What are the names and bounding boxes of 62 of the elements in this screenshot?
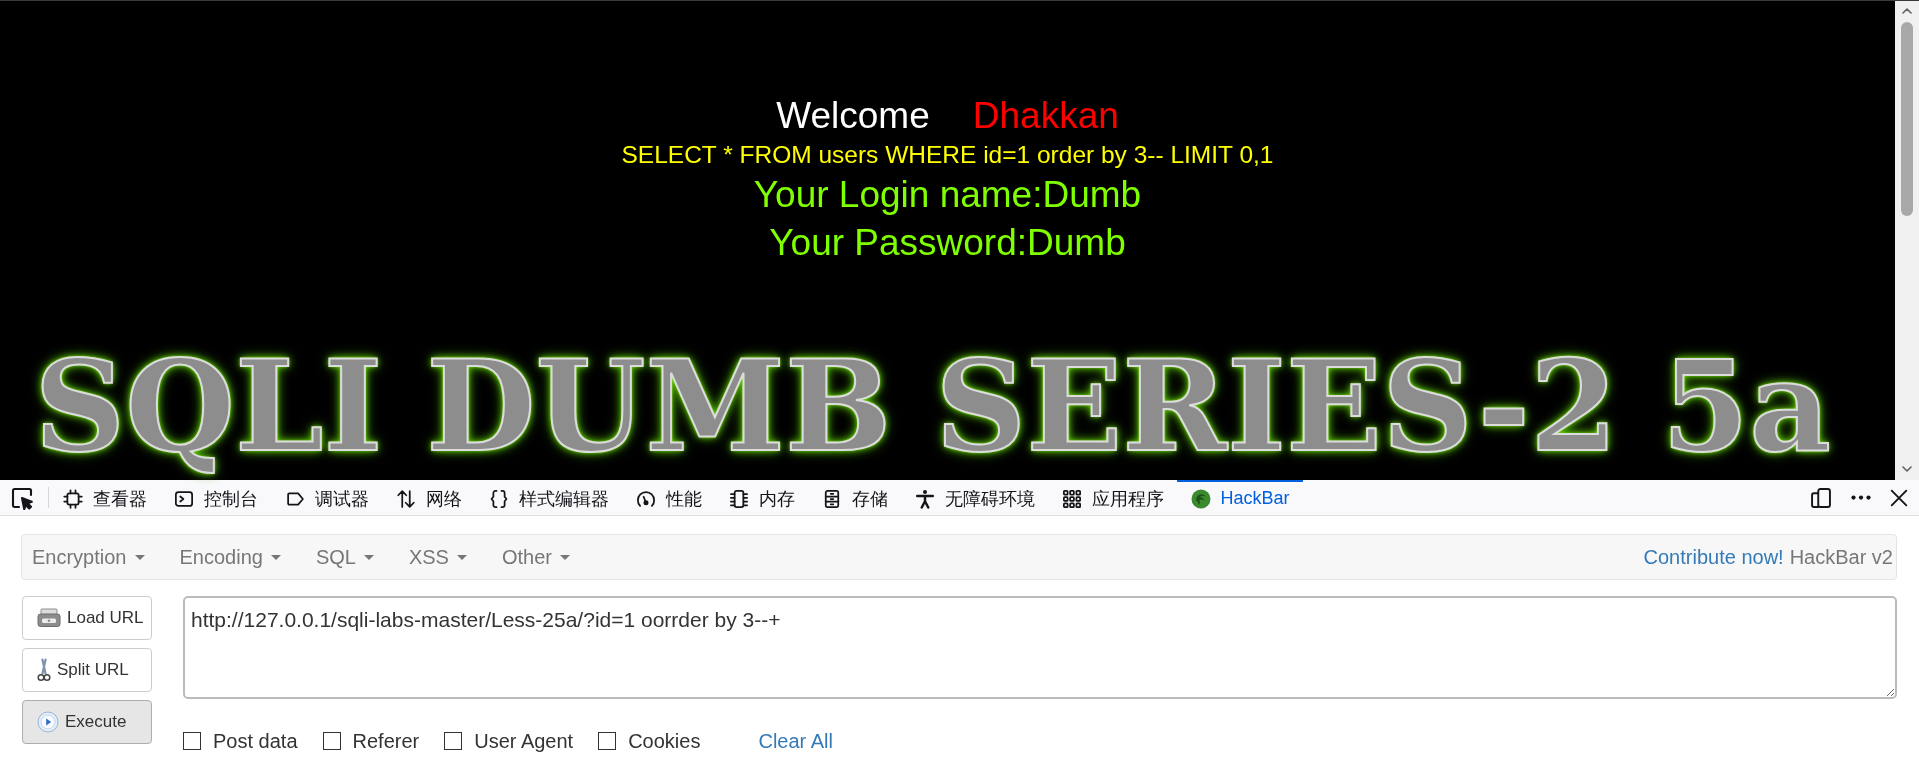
caret-down-icon bbox=[456, 554, 467, 560]
devtools-tab[interactable]: 调试器 bbox=[271, 480, 382, 515]
dropdown-menu[interactable]: Encryption bbox=[22, 535, 155, 579]
url-field[interactable]: http://127.0.0.1/sqli-labs-master/Less-25a/?id=1 oorrder by 3--+ bbox=[183, 596, 1897, 699]
drive-icon bbox=[37, 608, 61, 628]
checkbox-label: Referer bbox=[352, 729, 420, 753]
devtools-tab[interactable]: 性能 bbox=[622, 480, 715, 515]
devtools-tab[interactable]: HackBar bbox=[1177, 480, 1304, 515]
clear-all-link[interactable]: Clear All bbox=[758, 729, 833, 753]
sql-query-text: SELECT * FROM users WHERE id=1 order by 3-- LIMIT 0,1 bbox=[621, 140, 1274, 170]
caret-down-icon bbox=[270, 554, 281, 560]
dropdown-menu[interactable]: Encoding bbox=[169, 535, 291, 579]
password-text: Your Password:Dumb bbox=[769, 221, 1126, 265]
banner-title: SQLI DUMB SERIES-2 5a bbox=[34, 332, 1831, 480]
checkbox[interactable] bbox=[183, 732, 201, 750]
devices-icon[interactable] bbox=[1810, 486, 1832, 509]
scrollbar-thumb[interactable] bbox=[1901, 22, 1913, 216]
devtools-tab[interactable]: 应用程序 bbox=[1048, 480, 1177, 515]
up-down-arrows-icon bbox=[395, 488, 416, 509]
scrollbar[interactable] bbox=[1895, 1, 1919, 480]
user-name: Dhakkan bbox=[972, 94, 1119, 138]
curly-braces-icon bbox=[488, 488, 509, 509]
caret-up-icon[interactable] bbox=[1902, 8, 1912, 14]
devtools-tab[interactable]: 无障碍环境 bbox=[901, 480, 1048, 515]
checkbox[interactable] bbox=[322, 732, 341, 750]
welcome-text: Welcome bbox=[776, 94, 930, 138]
play-circle-icon bbox=[37, 711, 59, 733]
devtools-tab[interactable]: 存储 bbox=[808, 480, 901, 515]
square-frame-icon bbox=[62, 488, 83, 509]
grid-icon bbox=[1061, 488, 1082, 509]
devtools-tab[interactable]: 样式编辑器 bbox=[475, 480, 622, 515]
close-icon[interactable] bbox=[1890, 488, 1908, 507]
devtools-tab[interactable]: 控制台 bbox=[160, 480, 271, 515]
dropdown-menu[interactable]: SQL bbox=[305, 535, 384, 579]
checkbox-label: Cookies bbox=[628, 729, 701, 753]
person-icon bbox=[914, 488, 935, 509]
action-button[interactable]: Execute bbox=[22, 700, 152, 744]
gauge-icon bbox=[635, 488, 656, 509]
more-icon[interactable] bbox=[1851, 495, 1871, 500]
scissors-icon bbox=[37, 658, 51, 682]
caret-down-icon bbox=[134, 554, 145, 560]
checkbox-label: User Agent bbox=[474, 729, 574, 753]
checkbox[interactable] bbox=[598, 732, 617, 750]
logo-icon bbox=[1190, 488, 1211, 509]
action-button[interactable]: Split URL bbox=[22, 648, 152, 692]
dropdown-menu[interactable]: Other bbox=[491, 535, 580, 579]
dropdown-menu[interactable]: XSS bbox=[398, 535, 477, 579]
version-text: HackBar v2 bbox=[1789, 545, 1893, 569]
caret-down-icon bbox=[363, 554, 374, 560]
action-button[interactable]: Load URL bbox=[22, 596, 152, 640]
chip-icon bbox=[728, 488, 749, 509]
devtools-tab[interactable]: 网络 bbox=[382, 480, 475, 515]
contribute-link[interactable]: Contribute now! bbox=[1643, 545, 1784, 569]
checkbox[interactable] bbox=[444, 732, 463, 750]
cursor-in-box-icon[interactable] bbox=[10, 485, 34, 510]
checkbox-label: Post data bbox=[213, 729, 298, 753]
terminal-prompt-icon bbox=[173, 488, 194, 509]
devtools-tab[interactable]: 查看器 bbox=[49, 480, 160, 515]
caret-down-icon bbox=[560, 554, 570, 560]
caret-down-icon[interactable] bbox=[1902, 466, 1912, 472]
devtools-tab[interactable]: 内存 bbox=[715, 480, 808, 515]
login-name-text: Your Login name:Dumb bbox=[753, 173, 1142, 217]
